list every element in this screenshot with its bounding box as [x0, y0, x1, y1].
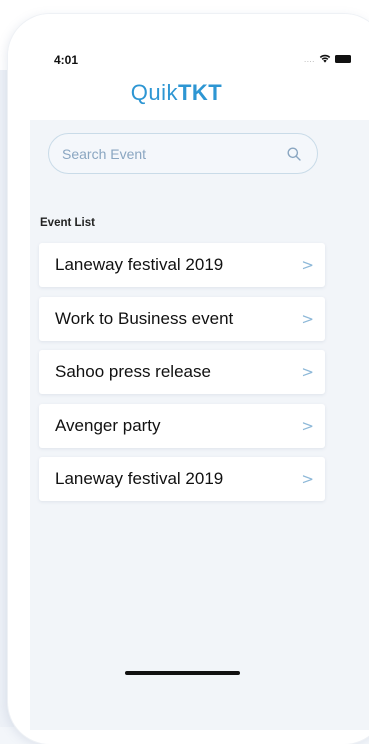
search-bar[interactable] — [48, 133, 318, 174]
signal-icon: .... — [304, 54, 315, 64]
chevron-right-icon: > — [301, 416, 314, 435]
status-time: 4:01 — [54, 53, 79, 67]
app-title: QuikTKT — [0, 80, 353, 106]
event-list-item[interactable]: Sahoo press release > — [39, 350, 325, 394]
chevron-right-icon: > — [301, 309, 314, 328]
app-title-bold: TKT — [177, 80, 223, 105]
event-name: Laneway festival 2019 — [55, 255, 224, 274]
event-list-item[interactable]: Laneway festival 2019 > — [39, 243, 325, 287]
event-list-item[interactable]: Avenger party > — [39, 403, 325, 448]
section-label: Event List — [40, 217, 95, 229]
battery-icon — [334, 55, 351, 63]
event-name: Laneway festival 2019 — [55, 469, 224, 488]
chevron-right-icon: > — [301, 470, 314, 488]
event-list-item[interactable]: Work to Business event > — [39, 296, 325, 341]
event-name: Avenger party — [55, 415, 161, 435]
chevron-right-icon: > — [301, 363, 314, 381]
home-indicator[interactable] — [125, 671, 240, 675]
app-title-light: Quik — [130, 80, 178, 105]
wifi-icon — [319, 50, 331, 68]
search-icon[interactable] — [287, 147, 301, 161]
search-input[interactable] — [62, 145, 287, 162]
event-list-item[interactable]: Laneway festival 2019 > — [39, 457, 325, 501]
status-icons: .... — [304, 53, 351, 65]
chevron-right-icon: > — [301, 256, 314, 274]
event-name: Work to Business event — [55, 308, 234, 328]
event-list: Laneway festival 2019 > Work to Business… — [39, 243, 325, 511]
event-name: Sahoo press release — [55, 362, 211, 381]
